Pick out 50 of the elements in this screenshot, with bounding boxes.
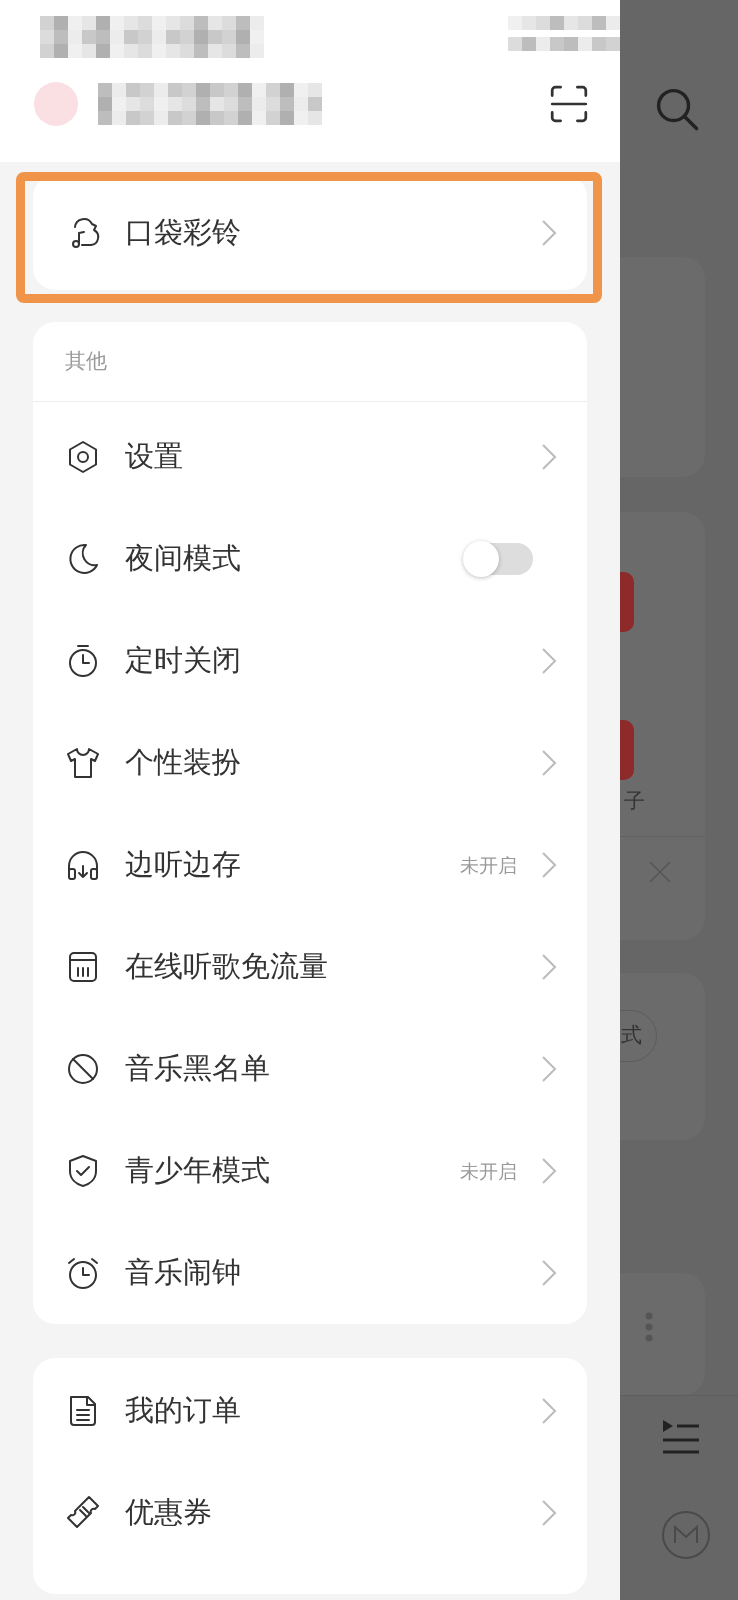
chevron-icon [541,1055,557,1083]
section-title: 其他 [65,349,107,373]
ticket-icon [65,1495,101,1531]
menu-item[interactable]: 青少年模式 未开启 [33,1120,587,1222]
menu-item[interactable]: 边听边存 未开启 [33,814,587,916]
status-text: 未开启 [460,1158,517,1184]
menu-item[interactable]: 音乐黑名单 [33,1018,587,1120]
playlist-icon[interactable] [661,1418,701,1454]
menu-item[interactable]: 个性装扮 [33,712,587,814]
menu-label: 音乐闹钟 [125,1254,242,1292]
menu-item[interactable]: 口袋彩铃 [33,181,587,284]
avatar[interactable] [34,82,78,126]
scan-icon[interactable] [548,83,590,125]
menu-item[interactable]: 夜间模式 [33,508,587,610]
search-icon[interactable] [654,86,700,132]
menu-label: 优惠券 [125,1494,213,1532]
chevron-icon [541,218,557,247]
app-label: 子 [624,788,645,815]
menu-item[interactable]: 定时关闭 [33,610,587,712]
status-text: 未开启 [460,852,517,878]
menu-label: 夜间模式 [125,540,242,578]
chevron-icon [541,1157,557,1185]
menu-item[interactable]: 设置 [33,406,587,508]
app-icon [620,572,634,632]
menu-label: 音乐黑名单 [125,1050,271,1088]
chevron-icon [541,749,557,777]
chevron-icon [541,647,557,675]
chevron-icon [541,953,557,981]
block-icon [65,1051,101,1087]
chevron-icon [541,443,557,471]
app-icon [620,720,634,780]
menu-label: 设置 [125,438,184,476]
mail-icon[interactable] [661,1510,711,1560]
menu-item[interactable]: 在线听歌免流量 [33,916,587,1018]
menu-item[interactable]: 优惠券 [33,1462,587,1564]
menu-label: 青少年模式 [125,1152,271,1190]
shirt-icon [65,745,101,781]
menu-label: 个性装扮 [125,744,242,782]
menu-item[interactable]: 我的订单 [33,1360,587,1462]
menu-label: 我的订单 [125,1392,242,1430]
alarm-icon [65,1255,101,1291]
chevron-icon [541,851,557,879]
chevron-icon [541,1259,557,1287]
chevron-icon [541,1397,557,1425]
menu-label: 在线听歌免流量 [125,948,329,986]
menu-item[interactable]: 音乐闹钟 [33,1222,587,1324]
menu-label: 边听边存 [125,846,242,884]
menu-label: 口袋彩铃 [125,213,242,251]
chevron-icon [541,1499,557,1527]
menu-label: 定时关闭 [125,642,242,680]
